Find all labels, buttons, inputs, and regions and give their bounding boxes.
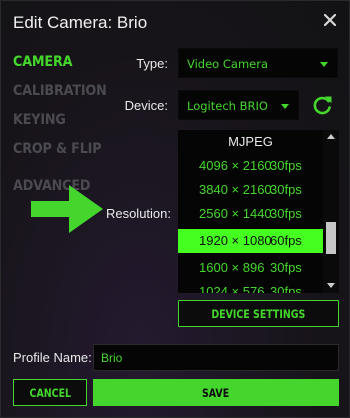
close-icon <box>323 13 337 27</box>
nav-item-camera[interactable]: CAMERA <box>13 51 107 80</box>
fps-value: 30fps <box>270 206 302 221</box>
profile-name-input[interactable] <box>93 344 339 371</box>
resolution-list[interactable]: MJPEG 4096 × 2160 30fps 3840 × 2160 30fp… <box>178 130 339 293</box>
resolution-option[interactable]: 2560 × 1440 30fps <box>178 202 323 226</box>
fps-value: 60fps <box>270 233 302 248</box>
resolution-label: Resolution: <box>105 206 171 221</box>
device-settings-button[interactable]: DEVICE SETTINGS <box>178 300 339 327</box>
device-label: Device: <box>124 98 168 113</box>
device-select[interactable]: Logitech BRIO <box>178 90 299 120</box>
type-select[interactable]: Video Camera <box>178 48 338 78</box>
nav-item-keying[interactable]: KEYING <box>13 109 107 138</box>
device-settings-label: DEVICE SETTINGS <box>211 307 306 321</box>
cancel-label: CANCEL <box>29 386 71 400</box>
scroll-down-icon[interactable] <box>327 283 335 288</box>
fps-value: 30fps <box>270 260 302 275</box>
resolution-option[interactable]: 1024 × 576 30fps <box>178 280 323 293</box>
format-header: MJPEG <box>228 134 273 149</box>
chevron-down-icon <box>320 62 328 67</box>
scroll-up-icon[interactable] <box>327 134 335 139</box>
resolution-option-selected[interactable]: 1920 × 1080 60fps <box>178 229 323 253</box>
device-select-value: Logitech BRIO <box>187 99 268 113</box>
fps-value: 30fps <box>270 182 302 197</box>
edit-camera-dialog: Edit Camera: Brio CAMERA CALIBRATION KEY… <box>0 0 350 418</box>
arrow-right-icon <box>31 185 103 233</box>
nav-item-crop-flip[interactable]: CROP & FLIP <box>13 138 107 167</box>
fps-value: 30fps <box>270 158 302 173</box>
chevron-down-icon <box>281 104 289 109</box>
resolution-option[interactable]: 1600 × 896 30fps <box>178 256 323 280</box>
resolution-option[interactable]: 4096 × 2160 30fps <box>178 154 323 178</box>
close-button[interactable] <box>323 13 337 27</box>
type-select-value: Video Camera <box>187 57 269 71</box>
dialog-title: Edit Camera: Brio <box>13 13 148 32</box>
refresh-icon <box>313 96 332 115</box>
fps-value: 30fps <box>270 284 302 293</box>
refresh-button[interactable] <box>310 93 334 117</box>
save-button[interactable]: SAVE <box>93 379 339 406</box>
scroll-thumb[interactable] <box>326 222 336 254</box>
profile-name-label: Profile Name: <box>13 350 92 365</box>
list-scrollbar[interactable] <box>323 130 339 293</box>
type-label: Type: <box>136 56 168 71</box>
nav-item-calibration[interactable]: CALIBRATION <box>13 80 107 109</box>
save-label: SAVE <box>202 386 230 400</box>
cancel-button[interactable]: CANCEL <box>13 379 87 406</box>
resolution-option[interactable]: 3840 × 2160 30fps <box>178 178 323 202</box>
